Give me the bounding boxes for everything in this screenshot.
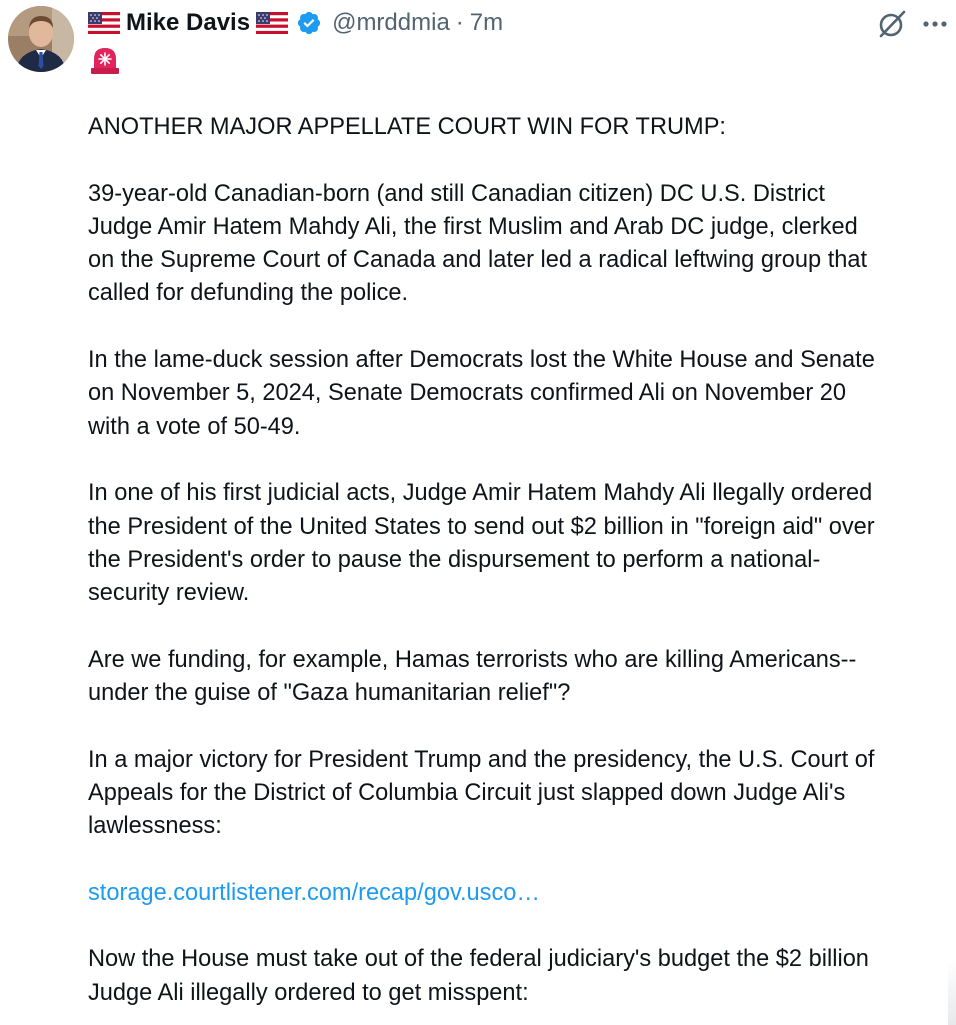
us-flag-icon (88, 12, 120, 34)
more-icon[interactable] (918, 8, 952, 40)
post-paragraph: Are we funding, for example, Hamas terro… (88, 646, 857, 707)
link-paragraph: storage.courtlistener.com/recap/gov.usco… (88, 877, 954, 910)
author-handle[interactable]: @mrddmia (332, 9, 450, 37)
separator-dot: · (455, 9, 464, 36)
post-timestamp[interactable]: 7m (470, 9, 503, 37)
post-paragraph: In the lame-duck session after Democrats… (88, 347, 875, 440)
post-paragraph: In a major victory for President Trump a… (88, 746, 875, 840)
avatar[interactable] (8, 6, 74, 72)
tweet: Mike Davis @mrddmia · 7m ANOTHER MAJOR A… (0, 0, 956, 1025)
post-paragraph: Now the House must take out of the feder… (88, 946, 869, 1006)
post-paragraph: ANOTHER MAJOR APPELLATE COURT WIN FOR TR… (88, 114, 726, 140)
post-header: Mike Davis @mrddmia · 7m (88, 6, 503, 40)
us-flag-icon (256, 12, 289, 34)
post-body: ANOTHER MAJOR APPELLATE COURT WIN FOR TR… (88, 111, 954, 1025)
verified-badge-icon[interactable] (296, 10, 322, 36)
post-paragraph: In one of his first judicial acts, Judge… (88, 480, 875, 607)
post-paragraph: 39-year-old Canadian-born (and still Can… (88, 180, 868, 307)
scrollbar[interactable] (948, 960, 956, 1025)
author-name[interactable]: Mike Davis (126, 9, 250, 37)
court-document-link[interactable]: storage.courtlistener.com/recap/gov.usco… (88, 880, 540, 906)
siren-icon (88, 44, 122, 78)
grok-icon[interactable] (876, 8, 908, 40)
avatar-photo (8, 6, 74, 72)
